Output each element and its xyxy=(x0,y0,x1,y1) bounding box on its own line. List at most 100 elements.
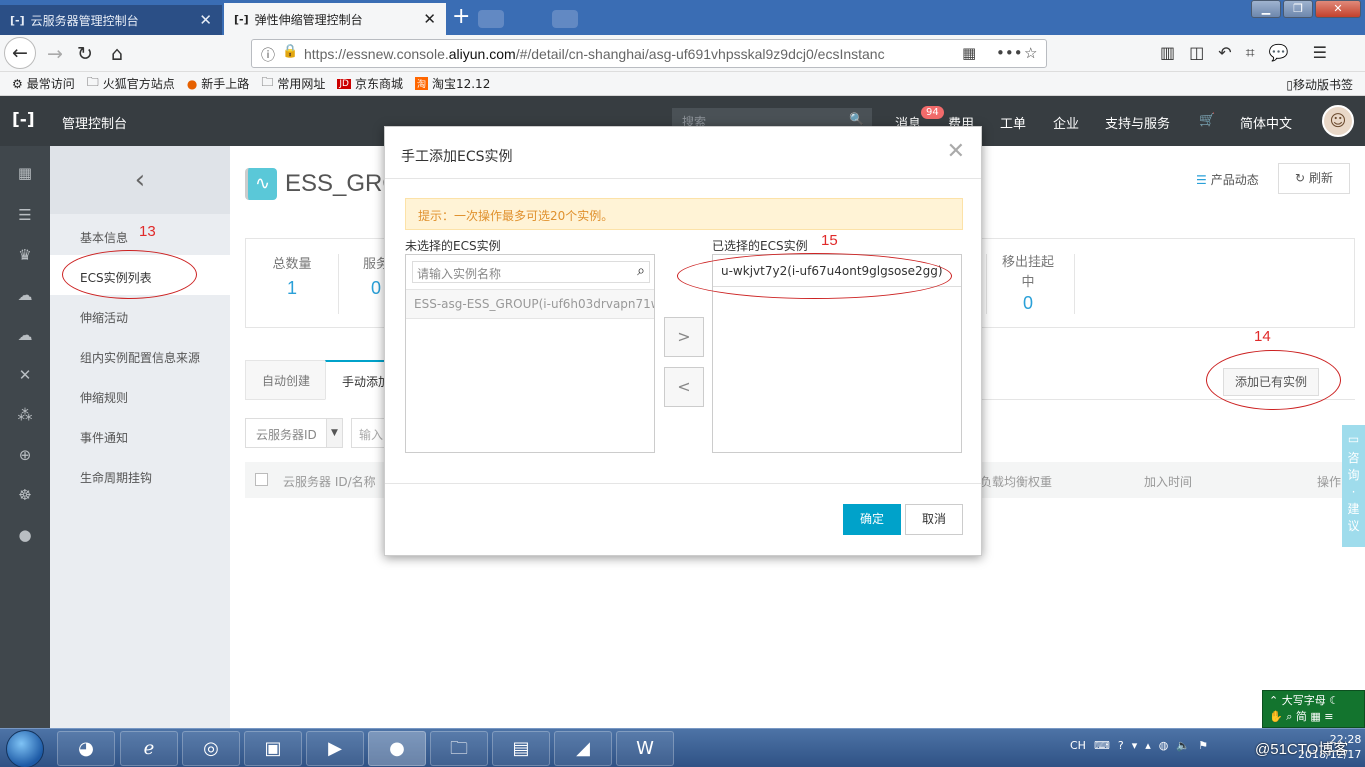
ime-toolbar[interactable]: ⌃ 大写字母 ☾ ✋ ⌕ 简 ▦ ≡ xyxy=(1262,690,1365,728)
firefox-icon[interactable]: ● xyxy=(368,731,426,766)
product-news-button[interactable]: ☰ 产品动态 xyxy=(1196,171,1259,188)
iqiyi-icon[interactable]: ▣ xyxy=(244,731,302,766)
url-text[interactable]: https://essnew.console.aliyun.com/#/deta… xyxy=(304,46,934,62)
bookmark-item[interactable]: 🗀 常用网址 xyxy=(261,73,325,94)
sidebar-icon[interactable]: ◫ xyxy=(1189,43,1204,63)
menu-icon: ≡ xyxy=(1324,710,1334,723)
maximize-button[interactable]: ❐ xyxy=(1283,0,1313,18)
bookmark-item[interactable]: ⚙ 最常访问 xyxy=(12,75,75,92)
tab-auto-created[interactable]: 自动创建 xyxy=(245,360,328,400)
browser-tab-ecs[interactable]: [-] 云服务器管理控制台 ✕ xyxy=(0,5,222,35)
sidebar-item-scaling-activity[interactable]: 伸缩活动 xyxy=(80,309,128,326)
grid-icon: ▦ xyxy=(1310,710,1321,723)
annotation-number: 14 xyxy=(1254,328,1271,345)
chevron-down-icon[interactable]: ▾ xyxy=(1132,739,1138,752)
divider xyxy=(385,178,981,179)
message-badge: 94 xyxy=(921,106,944,119)
volume-icon[interactable]: 🔈 xyxy=(1176,739,1190,752)
start-button[interactable] xyxy=(6,730,44,767)
menu-tickets[interactable]: 工单 xyxy=(1000,113,1026,132)
undo-icon[interactable]: ↶ xyxy=(1218,43,1231,63)
chevron-up-icon: ⌃ xyxy=(1269,694,1279,707)
dialog-title: 手工添加ECS实例 xyxy=(401,149,513,165)
home-button[interactable]: ⌂ xyxy=(102,39,132,69)
address-bar[interactable]: ⓘ 🔒 https://essnew.console.aliyun.com/#/… xyxy=(251,39,1047,68)
sidebar-item-basic-info[interactable]: 基本信息 xyxy=(80,229,128,246)
search-icon[interactable]: ⌕ xyxy=(637,263,645,279)
feedback-tab[interactable]: ▭ 咨询·建议 xyxy=(1342,425,1365,547)
network-icon[interactable]: ◍ xyxy=(1159,739,1169,752)
bookmark-item[interactable]: 淘淘宝12.12 xyxy=(414,75,490,92)
app-icon[interactable]: ▤ xyxy=(492,731,550,766)
move-right-button[interactable]: > xyxy=(664,317,704,357)
more-icon[interactable]: ••• xyxy=(996,44,1023,62)
browser-tabstrip: [-] 云服务器管理控制台 ✕ [-] 弹性伸缩管理控制台 ✕ + ▁ ❐ ✕ xyxy=(0,0,1365,35)
ie-icon[interactable]: ℯ xyxy=(120,731,178,766)
cancel-button[interactable]: 取消 xyxy=(905,504,963,535)
app-icon[interactable]: ◎ xyxy=(182,731,240,766)
icon-rail: ▦ ☰ ♛ ☁ ☁ ✕ ⁂ ⊕ ☸ ● xyxy=(0,146,50,728)
cloud-icon[interactable]: ☁ xyxy=(0,286,50,304)
menu-enterprise[interactable]: 企业 xyxy=(1053,113,1079,132)
search-icon[interactable]: 🔍 xyxy=(849,112,864,126)
menu-support[interactable]: 支持与服务 xyxy=(1105,113,1170,132)
network-icon[interactable]: ⁂ xyxy=(0,406,50,424)
keyboard-icon[interactable]: ⌨ xyxy=(1094,739,1110,752)
help-icon[interactable]: ? xyxy=(1118,739,1124,752)
screenshot-icon[interactable]: ⌗ xyxy=(1246,43,1255,63)
player-icon[interactable]: ▶ xyxy=(306,731,364,766)
refresh-button[interactable]: ↻ 刷新 xyxy=(1278,163,1350,194)
qrcode-icon[interactable]: ▦ xyxy=(962,44,976,62)
app-icon[interactable]: ◕ xyxy=(57,731,115,766)
storage-icon[interactable]: ☸ xyxy=(0,486,50,504)
folder-icon[interactable]: 🗀 xyxy=(430,731,488,766)
flag-icon[interactable]: ⚑ xyxy=(1198,739,1208,752)
bookmark-item[interactable]: JD 京东商城 xyxy=(337,75,403,92)
new-tab-button[interactable]: + xyxy=(452,4,470,29)
aliyun-logo-icon[interactable]: [-] xyxy=(12,110,35,130)
bookmark-item[interactable]: ● 新手上路 xyxy=(187,75,250,92)
avatar[interactable]: ☺ xyxy=(1322,105,1354,137)
app-icon[interactable]: ◢ xyxy=(554,731,612,766)
close-icon[interactable]: ✕ xyxy=(423,10,436,28)
minimize-button[interactable]: ▁ xyxy=(1251,0,1281,18)
browser-tab-ess[interactable]: [-] 弹性伸缩管理控制台 ✕ xyxy=(224,3,446,35)
star-icon[interactable]: ☆ xyxy=(1024,44,1037,62)
filter-select[interactable]: 云服务器ID ▼ xyxy=(245,418,343,448)
close-icon[interactable]: ✕ xyxy=(947,139,965,164)
sidebar-item-config-source[interactable]: 组内实例配置信息来源 xyxy=(80,349,200,366)
cart-icon[interactable]: 🛒 xyxy=(1199,113,1215,128)
lock-icon: 🔒 xyxy=(282,44,299,59)
list-icon[interactable]: ☰ xyxy=(0,206,50,224)
console-title[interactable]: 管理控制台 xyxy=(62,113,127,132)
close-window-button[interactable]: ✕ xyxy=(1315,0,1361,18)
library-icon[interactable]: ▥ xyxy=(1160,43,1175,63)
globe-icon[interactable]: ⊕ xyxy=(0,446,50,464)
trophy-icon[interactable]: ♛ xyxy=(0,246,50,264)
mobile-bookmarks[interactable]: ▯移动版书签 xyxy=(1286,76,1353,93)
sidebar-item-scaling-rules[interactable]: 伸缩规则 xyxy=(80,389,128,406)
info-icon[interactable]: ⓘ xyxy=(261,45,275,65)
grid-icon[interactable]: ▦ xyxy=(0,164,50,182)
cloud-upload-icon[interactable]: ☁ xyxy=(0,326,50,344)
sidebar-item-lifecycle-hooks[interactable]: 生命周期挂钩 xyxy=(80,469,152,486)
cross-icon[interactable]: ✕ xyxy=(0,366,50,384)
chevron-up-icon[interactable]: ▴ xyxy=(1145,739,1151,752)
word-icon[interactable]: W xyxy=(616,731,674,766)
chat-icon[interactable]: 💬 xyxy=(1269,43,1289,63)
instance-search-input[interactable]: 请输入实例名称 ⌕ xyxy=(412,261,650,283)
menu-icon[interactable]: ☰ xyxy=(1313,43,1327,63)
move-left-button[interactable]: < xyxy=(664,367,704,407)
bookmark-item[interactable]: 🗀 火狐官方站点 xyxy=(87,73,175,94)
back-button[interactable]: ← xyxy=(4,37,36,69)
list-item[interactable]: ESS-asg-ESS_GROUP(i-uf6h03drvapn71w... xyxy=(406,289,654,319)
sidebar-item-event-notification[interactable]: 事件通知 xyxy=(80,429,128,446)
menu-language[interactable]: 简体中文 xyxy=(1240,113,1292,132)
select-all-checkbox[interactable] xyxy=(255,473,268,486)
confirm-button[interactable]: 确定 xyxy=(843,504,901,535)
chevron-left-icon[interactable]: ‹ xyxy=(50,146,230,214)
close-icon[interactable]: ✕ xyxy=(199,11,212,29)
forward-button[interactable]: → xyxy=(40,39,70,69)
circle-icon[interactable]: ● xyxy=(0,526,50,544)
reload-button[interactable]: ↻ xyxy=(70,39,100,69)
